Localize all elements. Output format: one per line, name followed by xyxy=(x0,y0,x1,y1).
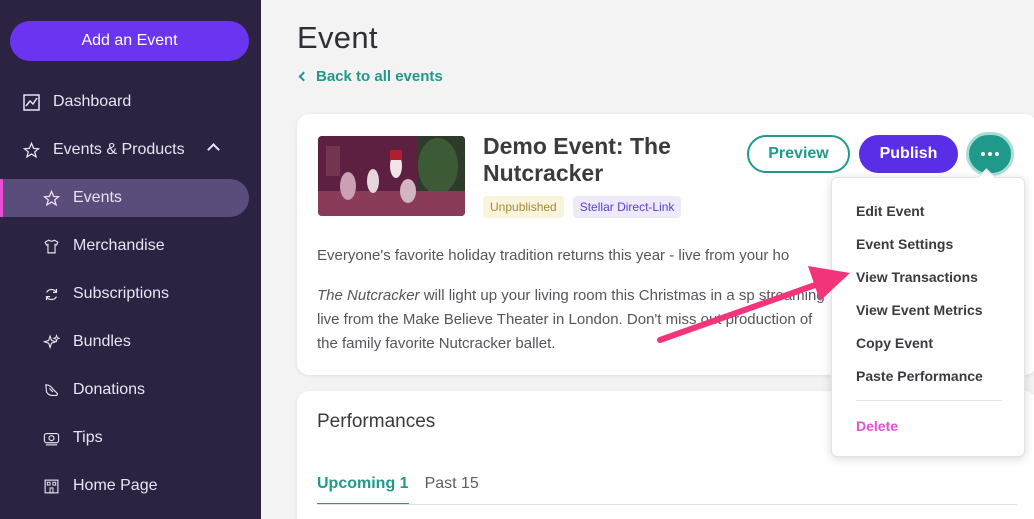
menu-divider xyxy=(856,400,1002,401)
building-icon xyxy=(41,476,61,496)
collapse-caret-icon[interactable] xyxy=(234,0,246,4)
sidebar-item-home-page[interactable]: Home Page xyxy=(0,462,261,510)
direct-link-badge: Stellar Direct-Link xyxy=(572,196,682,218)
menu-item-view-event-metrics[interactable]: View Event Metrics xyxy=(856,302,983,318)
event-badges: Unpublished Stellar Direct-Link xyxy=(483,196,682,218)
ellipsis-dot-icon xyxy=(995,152,999,156)
sidebar-item-events[interactable]: Events xyxy=(0,174,261,222)
menu-item-view-transactions[interactable]: View Transactions xyxy=(856,269,978,285)
page-title: Event xyxy=(297,20,378,55)
sidebar-item-label: Home Page xyxy=(73,477,158,494)
sidebar-item-dashboard[interactable]: Dashboard xyxy=(0,78,261,126)
tshirt-icon xyxy=(41,236,61,256)
menu-item-event-settings[interactable]: Event Settings xyxy=(856,236,953,252)
ellipsis-dot-icon xyxy=(981,152,985,156)
sidebar-item-label: Subscriptions xyxy=(73,285,170,302)
description-paragraph: The Nutcracker will light up your living… xyxy=(317,284,837,356)
sidebar-item-label: Bundles xyxy=(73,333,131,350)
event-thumbnail xyxy=(318,136,465,216)
preview-button[interactable]: Preview xyxy=(747,135,850,173)
sidebar-item-subscriptions[interactable]: Subscriptions xyxy=(0,270,261,318)
performances-tabs: Upcoming 1 Past 15 xyxy=(317,475,479,505)
donation-icon xyxy=(41,380,61,400)
tabs-divider xyxy=(317,504,1017,505)
sidebar-item-label: Dashboard xyxy=(53,93,132,110)
chart-icon xyxy=(21,92,41,112)
performances-title: Performances xyxy=(317,411,436,432)
sidebar-item-merchandise[interactable]: Merchandise xyxy=(0,222,261,270)
sidebar-item-donations[interactable]: Donations xyxy=(0,366,261,414)
sidebar-item-label: Donations xyxy=(73,381,146,398)
status-badge: Unpublished xyxy=(483,196,564,218)
sidebar-item-tips[interactable]: Tips xyxy=(0,414,261,462)
sparkle-icon xyxy=(41,332,61,352)
event-options-menu: Edit Event Event Settings View Transacti… xyxy=(831,177,1025,457)
sidebar: Add an Event Dashboard Events & Products… xyxy=(0,0,261,519)
tab-upcoming[interactable]: Upcoming 1 xyxy=(317,475,409,505)
sidebar-nav: Dashboard Events & Products Events Merch… xyxy=(0,78,261,510)
tab-past[interactable]: Past 15 xyxy=(425,475,479,505)
star-icon xyxy=(41,188,61,208)
sidebar-item-label: Events xyxy=(73,189,122,206)
back-link-label: Back to all events xyxy=(316,68,443,85)
sidebar-item-label: Events & Products xyxy=(53,141,185,158)
ellipsis-dot-icon xyxy=(988,152,992,156)
refresh-icon xyxy=(41,284,61,304)
publish-button[interactable]: Publish xyxy=(859,135,958,173)
chevron-left-icon xyxy=(298,71,309,82)
description-emphasis: The Nutcracker xyxy=(317,287,420,304)
menu-item-copy-event[interactable]: Copy Event xyxy=(856,335,933,351)
menu-item-edit-event[interactable]: Edit Event xyxy=(856,203,924,219)
add-event-button[interactable]: Add an Event xyxy=(10,21,249,61)
more-options-button[interactable] xyxy=(966,132,1014,176)
event-description: Everyone's favorite holiday tradition re… xyxy=(317,244,837,372)
menu-item-paste-performance[interactable]: Paste Performance xyxy=(856,368,983,384)
star-icon xyxy=(21,140,41,160)
sidebar-item-bundles[interactable]: Bundles xyxy=(0,318,261,366)
event-title: Demo Event: The Nutcracker xyxy=(483,133,671,186)
sidebar-item-label: Merchandise xyxy=(73,237,165,254)
sidebar-item-label: Tips xyxy=(73,429,103,446)
back-to-events-link[interactable]: Back to all events xyxy=(298,68,443,85)
menu-item-delete[interactable]: Delete xyxy=(856,418,898,434)
sidebar-item-events-products[interactable]: Events & Products xyxy=(0,126,261,174)
description-paragraph: Everyone's favorite holiday tradition re… xyxy=(317,247,790,264)
tips-icon xyxy=(41,428,61,448)
chevron-up-icon[interactable] xyxy=(207,143,220,156)
